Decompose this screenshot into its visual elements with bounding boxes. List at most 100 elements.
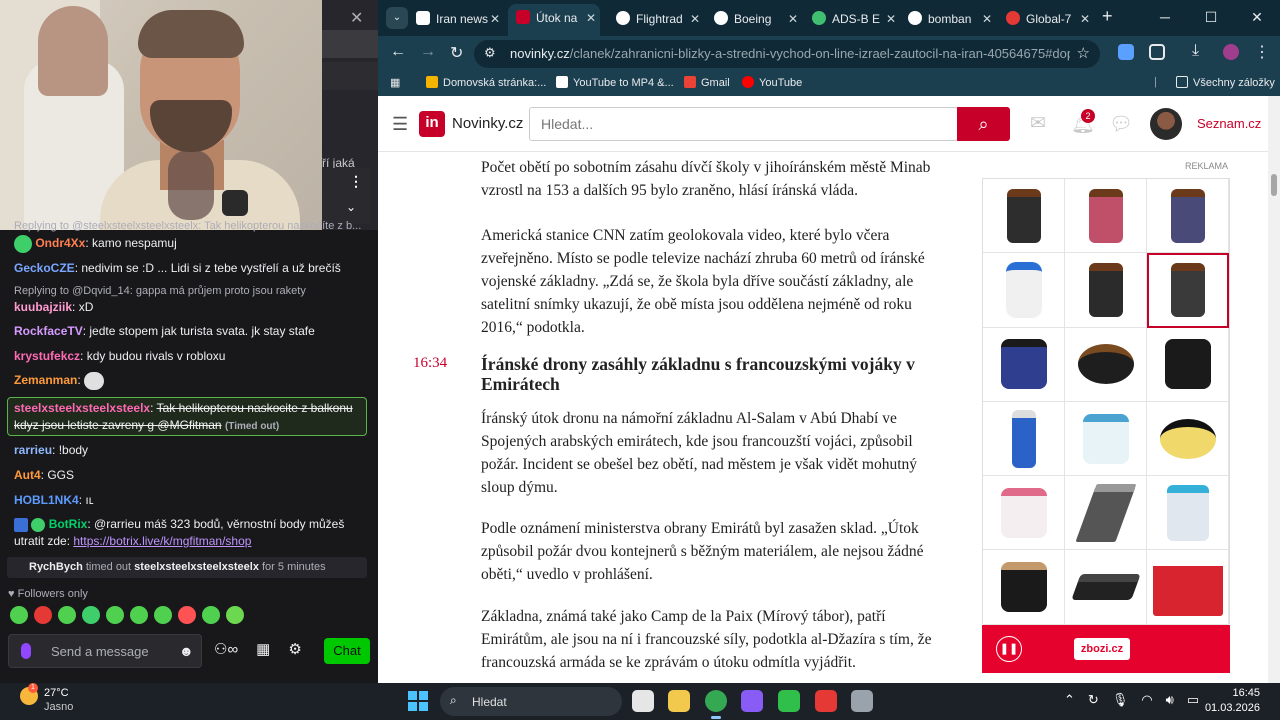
chevron-down-icon[interactable]: ⌄	[346, 200, 356, 214]
scrollbar-thumb[interactable]	[1271, 174, 1277, 196]
scrollbar[interactable]	[1268, 96, 1280, 683]
browser-tab[interactable]: Boeing ✕	[714, 6, 802, 32]
search-icon[interactable]: ⌕	[957, 107, 1010, 141]
emote-icon[interactable]	[130, 606, 148, 624]
ad-product-tile[interactable]	[983, 550, 1065, 625]
browser-tab[interactable]: Flightrad ✕	[616, 6, 704, 32]
reload-icon[interactable]: ↻	[450, 43, 463, 63]
chevron-up-icon[interactable]: ⌃	[1064, 692, 1075, 708]
chat-username[interactable]: Ondr4Xx	[35, 236, 85, 250]
app-purple-icon[interactable]	[741, 690, 763, 712]
browser-tab[interactable]: Global-7 ✕	[1006, 6, 1094, 32]
settings-icon[interactable]	[851, 690, 873, 712]
address-bar[interactable]: ⚙ novinky.cz/clanek/zahranicni-blizky-a-…	[474, 40, 1100, 68]
ad-brand-logo[interactable]: zbozi.cz	[1074, 638, 1130, 660]
bookmark-star-icon[interactable]: ☆	[1077, 44, 1090, 62]
browser-tab-active[interactable]: Útok na ✕	[508, 4, 600, 36]
hamburger-menu-icon[interactable]: ☰	[392, 114, 408, 135]
site-search-input[interactable]: Hledat...	[529, 107, 958, 141]
back-icon[interactable]: ←	[390, 43, 406, 61]
close-tab-icon[interactable]: ✕	[788, 6, 798, 32]
task-view-icon[interactable]	[632, 690, 654, 712]
ad-product-tile[interactable]	[983, 476, 1065, 551]
shop-link[interactable]: https://botrix.live/k/mgfitman/shop	[73, 534, 251, 548]
seznam-link[interactable]: Seznam.cz	[1197, 116, 1261, 131]
site-name[interactable]: Novinky.cz	[452, 115, 523, 132]
chat-username[interactable]: Aut4	[14, 468, 41, 482]
close-tab-icon[interactable]: ✕	[690, 6, 700, 32]
ad-product-tile[interactable]	[1065, 401, 1147, 477]
close-icon[interactable]: ✕	[350, 8, 363, 28]
emote-icon[interactable]	[34, 606, 52, 624]
ad-product-tile[interactable]	[983, 179, 1065, 254]
chat-username[interactable]: RockfaceTV	[14, 324, 83, 338]
tab-search-icon[interactable]: ⌄	[386, 7, 408, 29]
clock-time[interactable]: 16:45	[1210, 687, 1260, 699]
bits-icon[interactable]: ⚇∞	[214, 640, 238, 658]
ad-product-tile[interactable]	[1147, 401, 1229, 477]
xbox-icon[interactable]	[778, 690, 800, 712]
close-tab-icon[interactable]: ✕	[490, 6, 500, 32]
mail-icon[interactable]: ✉	[1030, 112, 1046, 135]
pause-icon[interactable]: ❚❚	[996, 636, 1022, 662]
chat-input[interactable]: Send a message ☻	[8, 634, 202, 668]
bookmark-item[interactable]: Domovská stránka:...	[426, 76, 546, 89]
microphone-icon[interactable]: 🎙︎	[1112, 692, 1129, 708]
emote-icon[interactable]	[226, 606, 244, 624]
chat-bubble-icon[interactable]: 💬︎	[1109, 112, 1133, 136]
ad-product-tile[interactable]	[1147, 253, 1229, 328]
reply-context[interactable]: Replying to @steelxsteelxsteelxsteelx: T…	[14, 220, 366, 232]
ad-product-tile[interactable]	[983, 401, 1065, 477]
chat-username[interactable]: kuubajziik	[14, 300, 72, 314]
emote-icon[interactable]	[106, 606, 124, 624]
site-info-icon[interactable]: ⚙	[484, 45, 496, 61]
new-tab-icon[interactable]: +	[1102, 6, 1113, 27]
novinky-logo[interactable]: in	[419, 111, 445, 137]
sync-icon[interactable]: ↻	[1088, 692, 1099, 708]
microphone-icon[interactable]	[21, 643, 31, 659]
file-explorer-icon[interactable]	[668, 690, 690, 712]
wifi-icon[interactable]: ◠	[1141, 692, 1152, 708]
extension-icon[interactable]	[1118, 44, 1134, 60]
store-icon[interactable]: ▦	[256, 640, 270, 658]
ad-product-tile[interactable]	[1065, 253, 1147, 328]
app-red-icon[interactable]	[815, 690, 837, 712]
emote-icon[interactable]	[154, 606, 172, 624]
reply-context[interactable]: Replying to @Dqvid_14: gappa má průjem p…	[14, 285, 366, 297]
target-user[interactable]: steelxsteelxsteelxsteelx	[134, 561, 259, 573]
ad-product-tile[interactable]	[1065, 550, 1147, 625]
start-menu-icon[interactable]	[408, 691, 428, 711]
emote-icon[interactable]	[178, 606, 196, 624]
ad-product-tile[interactable]	[1147, 550, 1229, 625]
emote-icon[interactable]	[82, 606, 100, 624]
emote-picker-icon[interactable]: ☻	[179, 643, 194, 659]
bookmark-item[interactable]: YouTube	[742, 76, 802, 89]
ad-product-tile[interactable]	[1065, 476, 1147, 551]
advertisement-grid[interactable]	[982, 178, 1230, 625]
moderator-name[interactable]: RychBych	[29, 561, 83, 573]
apps-grid-icon[interactable]: ▦	[390, 76, 400, 89]
chat-username[interactable]: rarrieu	[14, 443, 52, 457]
chat-send-button[interactable]: Chat	[324, 638, 370, 664]
minimize-icon[interactable]: ─	[1142, 0, 1188, 36]
weather-description[interactable]: Jasno	[44, 701, 73, 713]
advertisement-footer[interactable]: ❚❚ zbozi.cz	[982, 625, 1230, 673]
menu-dots-icon[interactable]: ⋮	[1254, 42, 1270, 62]
emote-icon[interactable]	[202, 606, 220, 624]
all-bookmarks[interactable]: Všechny záložky	[1176, 76, 1275, 89]
ad-product-tile[interactable]	[1147, 327, 1229, 402]
avatar[interactable]	[1150, 108, 1182, 140]
ad-product-tile[interactable]	[983, 327, 1065, 402]
url-text[interactable]: novinky.cz/clanek/zahranicni-blizky-a-st…	[510, 46, 1070, 61]
close-tab-icon[interactable]: ✕	[1080, 6, 1090, 32]
chat-username[interactable]: HOBL1NK4	[14, 493, 79, 507]
chat-username[interactable]: steelxsteelxsteelxsteelx	[14, 401, 150, 415]
ad-product-tile[interactable]	[1065, 179, 1147, 254]
bookmark-item[interactable]: YouTube to MP4 &...	[556, 76, 674, 89]
close-window-icon[interactable]: ✕	[1234, 0, 1280, 36]
chrome-icon[interactable]	[705, 690, 727, 719]
volume-icon[interactable]: 🔊︎	[1166, 692, 1174, 708]
chat-username[interactable]: GeckoCZE	[14, 261, 75, 275]
close-tab-icon[interactable]: ✕	[886, 6, 896, 32]
maximize-icon[interactable]: ☐	[1188, 0, 1234, 36]
